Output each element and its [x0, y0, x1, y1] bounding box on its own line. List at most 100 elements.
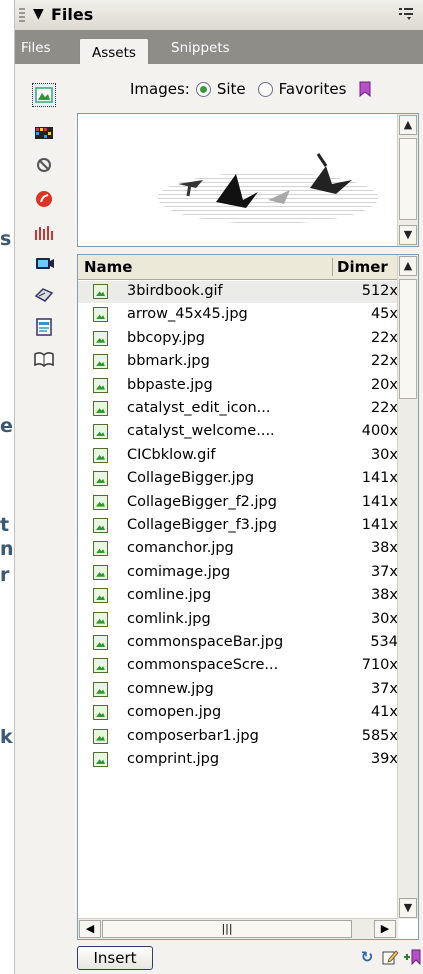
colors-category-icon[interactable] [33, 122, 55, 144]
list-horizontal-scrollbar[interactable]: ◀ ||| ▶ [78, 918, 398, 939]
urls-category-icon[interactable] [33, 154, 55, 176]
list-item[interactable]: commonspaceBar.jpg 534 [78, 632, 398, 654]
collapse-arrow-icon[interactable]: ▼ [33, 6, 44, 22]
scrollbar-thumb[interactable] [399, 279, 417, 399]
tab-snippets[interactable]: Snippets [171, 40, 230, 56]
favorites-bookmark-icon[interactable] [359, 81, 371, 97]
list-item[interactable]: CICbklow.gif 30x [78, 445, 398, 467]
scroll-down-icon[interactable]: ▼ [399, 898, 417, 918]
file-name: bbcopy.jpg [127, 329, 206, 346]
background-text-fragment: t [0, 514, 10, 536]
list-item[interactable]: comline.jpg 38x [78, 585, 398, 607]
list-item[interactable]: CollageBigger.jpg 141x [78, 468, 398, 490]
file-dimensions: 41x [370, 704, 398, 721]
file-name: CollageBigger.jpg [127, 470, 255, 487]
images-filter-row: Images: Site Favorites [130, 80, 371, 98]
file-name: CICbklow.gif [127, 446, 216, 463]
image-file-icon [93, 424, 108, 440]
name-column-header[interactable]: Name [84, 258, 132, 276]
file-dimensions: 20x [370, 376, 398, 393]
favorites-radio-label[interactable]: Favorites [279, 80, 353, 98]
list-item[interactable]: catalyst_welcome.... 400x [78, 421, 398, 443]
images-category-icon[interactable] [32, 83, 56, 107]
file-dimensions: 512x [361, 283, 398, 299]
refresh-icon[interactable]: ↻ [358, 948, 376, 966]
panel-options-icon[interactable] [398, 7, 414, 21]
file-name: commonspaceScre... [127, 657, 279, 674]
movies-category-icon[interactable] [33, 252, 55, 274]
list-item[interactable]: catalyst_edit_icon... 22x [78, 398, 398, 420]
image-file-icon [93, 330, 108, 346]
list-item[interactable]: commonspaceScre... 710x [78, 655, 398, 677]
edit-icon[interactable] [381, 948, 399, 966]
scroll-down-icon[interactable]: ▼ [399, 225, 417, 245]
list-item[interactable]: bbcopy.jpg 22x [78, 328, 398, 350]
list-item[interactable]: CollageBigger_f2.jpg 141x [78, 492, 398, 514]
preview-vertical-scrollbar[interactable]: ▲ ▼ [397, 114, 418, 246]
list-item[interactable]: comprint.jpg 39x [78, 749, 398, 771]
favorites-radio[interactable] [257, 81, 273, 97]
list-item[interactable]: arrow_45x45.jpg 45x [78, 304, 398, 326]
image-file-icon [93, 471, 108, 487]
tab-assets[interactable]: Assets [79, 38, 149, 64]
asset-category-toolbar [15, 64, 73, 974]
file-dimensions: 141x [361, 517, 398, 533]
scroll-left-icon[interactable]: ◀ [79, 920, 101, 938]
file-name: CollageBigger_f3.jpg [127, 517, 277, 533]
file-dimensions: 534 [370, 634, 398, 650]
panel-titlebar[interactable]: ▼ Files [15, 0, 423, 31]
image-file-icon [93, 541, 108, 557]
file-dimensions: 39x [370, 751, 398, 767]
file-name: comimage.jpg [127, 563, 231, 580]
scroll-right-icon[interactable]: ▶ [374, 920, 396, 938]
background-text-fragment: e [0, 415, 13, 437]
list-item[interactable]: comanchor.jpg 38x [78, 538, 398, 560]
file-dimensions: 400x [361, 423, 398, 440]
list-vertical-scrollbar[interactable]: ▲ ▼ [397, 255, 418, 919]
insert-button[interactable]: Insert [77, 946, 153, 970]
background-text-fragment: k [0, 726, 13, 748]
add-to-favorites-icon[interactable] [403, 948, 421, 966]
file-dimensions: 710x [361, 657, 398, 674]
library-category-icon[interactable] [33, 348, 55, 370]
file-name: catalyst_edit_icon... [127, 400, 271, 416]
flash-category-icon[interactable] [33, 188, 55, 210]
file-dimensions: 30x [370, 610, 398, 627]
list-item[interactable]: comimage.jpg 37x [78, 562, 398, 584]
list-item[interactable]: bbpaste.jpg 20x [78, 375, 398, 397]
birds-preview-image [158, 153, 378, 224]
scroll-up-icon[interactable]: ▲ [399, 256, 417, 276]
list-item[interactable]: composerbar1.jpg 585x [78, 726, 398, 748]
drag-grip-icon[interactable] [19, 8, 25, 22]
image-file-icon [93, 658, 108, 674]
tab-strip: Files Assets Snippets [15, 30, 423, 64]
image-file-icon [93, 635, 108, 650]
dimensions-column-header[interactable]: Dimer [332, 258, 398, 276]
site-radio-label[interactable]: Site [217, 80, 246, 98]
file-name: comline.jpg [127, 587, 212, 604]
list-item[interactable]: CollageBigger_f3.jpg 141x [78, 515, 398, 537]
site-radio[interactable] [195, 81, 211, 97]
panel-title: Files [51, 5, 94, 24]
tab-files[interactable]: Files [21, 40, 51, 56]
file-name: comnew.jpg [127, 680, 214, 697]
file-dimensions: 37x [370, 563, 398, 580]
templates-category-icon[interactable] [33, 316, 55, 338]
list-item[interactable]: bbmark.jpg 22x [78, 351, 398, 373]
image-file-icon [93, 705, 108, 721]
file-dimensions: 38x [370, 540, 398, 557]
list-item[interactable]: comnew.jpg 37x [78, 679, 398, 701]
image-file-icon [93, 564, 108, 580]
files-panel: ▼ Files Files Assets Snippets Images: Si… [14, 0, 423, 974]
asset-preview: ▲ ▼ [77, 113, 419, 247]
file-dimensions: 22x [370, 329, 398, 346]
scrollbar-thumb[interactable]: ||| [102, 920, 352, 938]
list-item[interactable]: comopen.jpg 41x [78, 702, 398, 724]
scroll-up-icon[interactable]: ▲ [399, 115, 417, 135]
scrollbar-thumb[interactable] [399, 138, 417, 220]
scripts-category-icon[interactable] [33, 284, 55, 306]
shockwave-category-icon[interactable] [33, 222, 55, 244]
list-item[interactable]: 3birdbook.gif 512x [78, 281, 398, 303]
bottom-toolbar: Insert ↻ [73, 940, 423, 974]
list-item[interactable]: comlink.jpg 30x [78, 609, 398, 631]
